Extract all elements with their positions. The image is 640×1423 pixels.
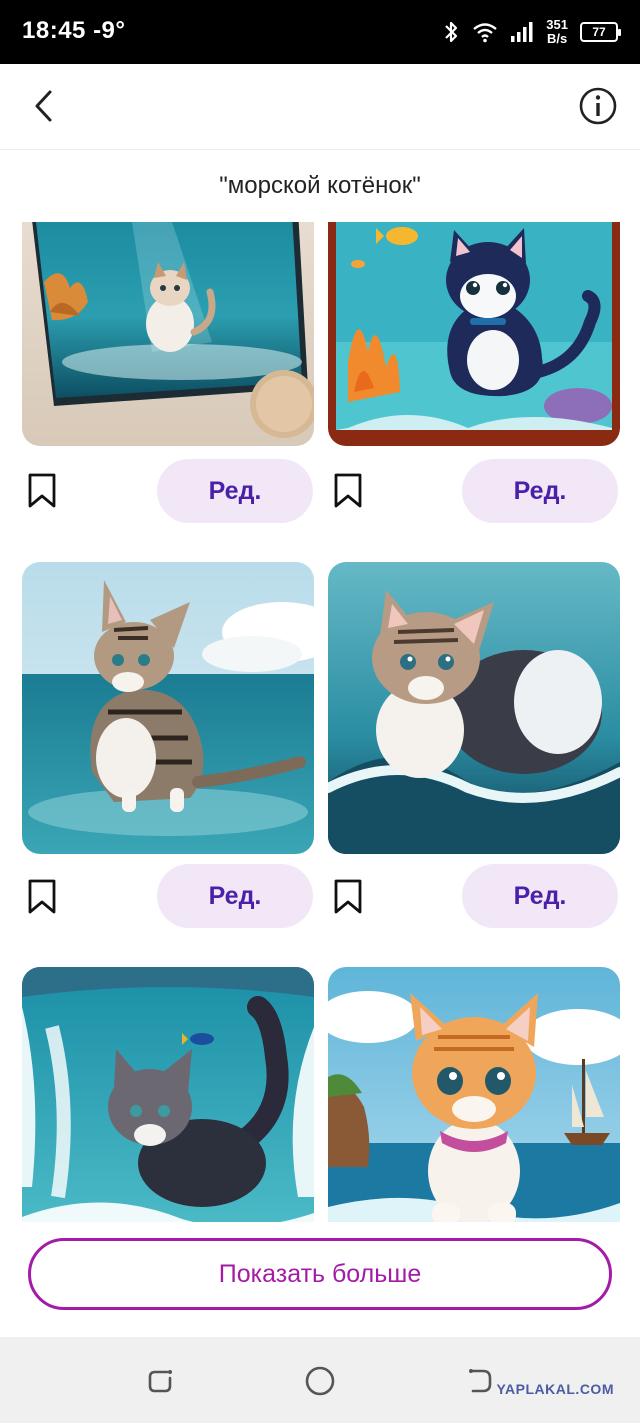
result-image-1[interactable] xyxy=(22,222,314,446)
info-icon xyxy=(579,87,617,125)
bookmark-button-4[interactable] xyxy=(328,874,368,920)
show-more-button[interactable]: Показать больше xyxy=(28,1238,612,1310)
result-image-3[interactable] xyxy=(22,562,314,854)
recent-apps-button[interactable] xyxy=(140,1361,180,1401)
edit-button-4[interactable]: Ред. xyxy=(462,864,618,928)
chevron-left-icon xyxy=(35,90,52,122)
speed-value: 351 xyxy=(546,17,568,32)
result-image-6[interactable] xyxy=(328,967,620,1222)
kitten-painting-image xyxy=(22,222,314,446)
dark-kitten-wave-image xyxy=(22,967,314,1222)
bookmark-button-3[interactable] xyxy=(22,874,62,920)
ginger-kitten-ship-image xyxy=(328,967,620,1222)
result-image-4[interactable] xyxy=(328,562,620,854)
watermark: YAPLAKAL.COM xyxy=(496,1381,614,1397)
signal-icon xyxy=(511,22,533,42)
results-grid: Ред. Ред. Ред. Ред. xyxy=(0,222,640,1222)
bookmark-button-2[interactable] xyxy=(328,468,368,514)
clock: 18:45 xyxy=(22,17,86,44)
fluffy-kitten-wave-image xyxy=(328,562,620,854)
status-icons: 351 B/s 77 xyxy=(442,14,621,50)
temperature: -9° xyxy=(93,17,126,44)
edit-button-1[interactable]: Ред. xyxy=(157,459,313,523)
app-header xyxy=(0,64,640,150)
bookmark-icon xyxy=(334,473,362,508)
bookmark-button-1[interactable] xyxy=(22,468,62,514)
wifi-icon xyxy=(473,23,498,43)
back-button[interactable] xyxy=(24,86,64,126)
system-nav-bar: YAPLAKAL.COM xyxy=(0,1337,640,1423)
back-nav-button[interactable] xyxy=(460,1361,500,1401)
bookmark-icon xyxy=(334,879,362,914)
back-nav-icon xyxy=(469,1369,492,1393)
result-image-2[interactable] xyxy=(328,222,620,446)
recent-apps-icon xyxy=(148,1370,172,1393)
bookmark-icon xyxy=(28,879,56,914)
speed-unit: B/s xyxy=(547,31,568,46)
cartoon-kitten-underwater-image xyxy=(328,222,620,446)
bookmark-icon xyxy=(28,473,56,508)
tabby-kitten-sea-image xyxy=(22,562,314,854)
status-time: 18:45 -9° xyxy=(22,17,126,45)
network-speed: 351 B/s xyxy=(546,18,568,46)
battery-indicator: 77 xyxy=(580,22,621,42)
edit-button-3[interactable]: Ред. xyxy=(157,864,313,928)
result-image-5[interactable] xyxy=(22,967,314,1222)
status-bar: 18:45 -9° 351 B/s 77 xyxy=(0,0,640,64)
edit-button-2[interactable]: Ред. xyxy=(462,459,618,523)
home-button[interactable] xyxy=(300,1361,340,1401)
prompt-title: "морской котёнок" xyxy=(219,172,421,199)
home-circle-icon xyxy=(305,1366,335,1396)
info-button[interactable] xyxy=(578,86,618,126)
bluetooth-icon xyxy=(445,21,458,43)
